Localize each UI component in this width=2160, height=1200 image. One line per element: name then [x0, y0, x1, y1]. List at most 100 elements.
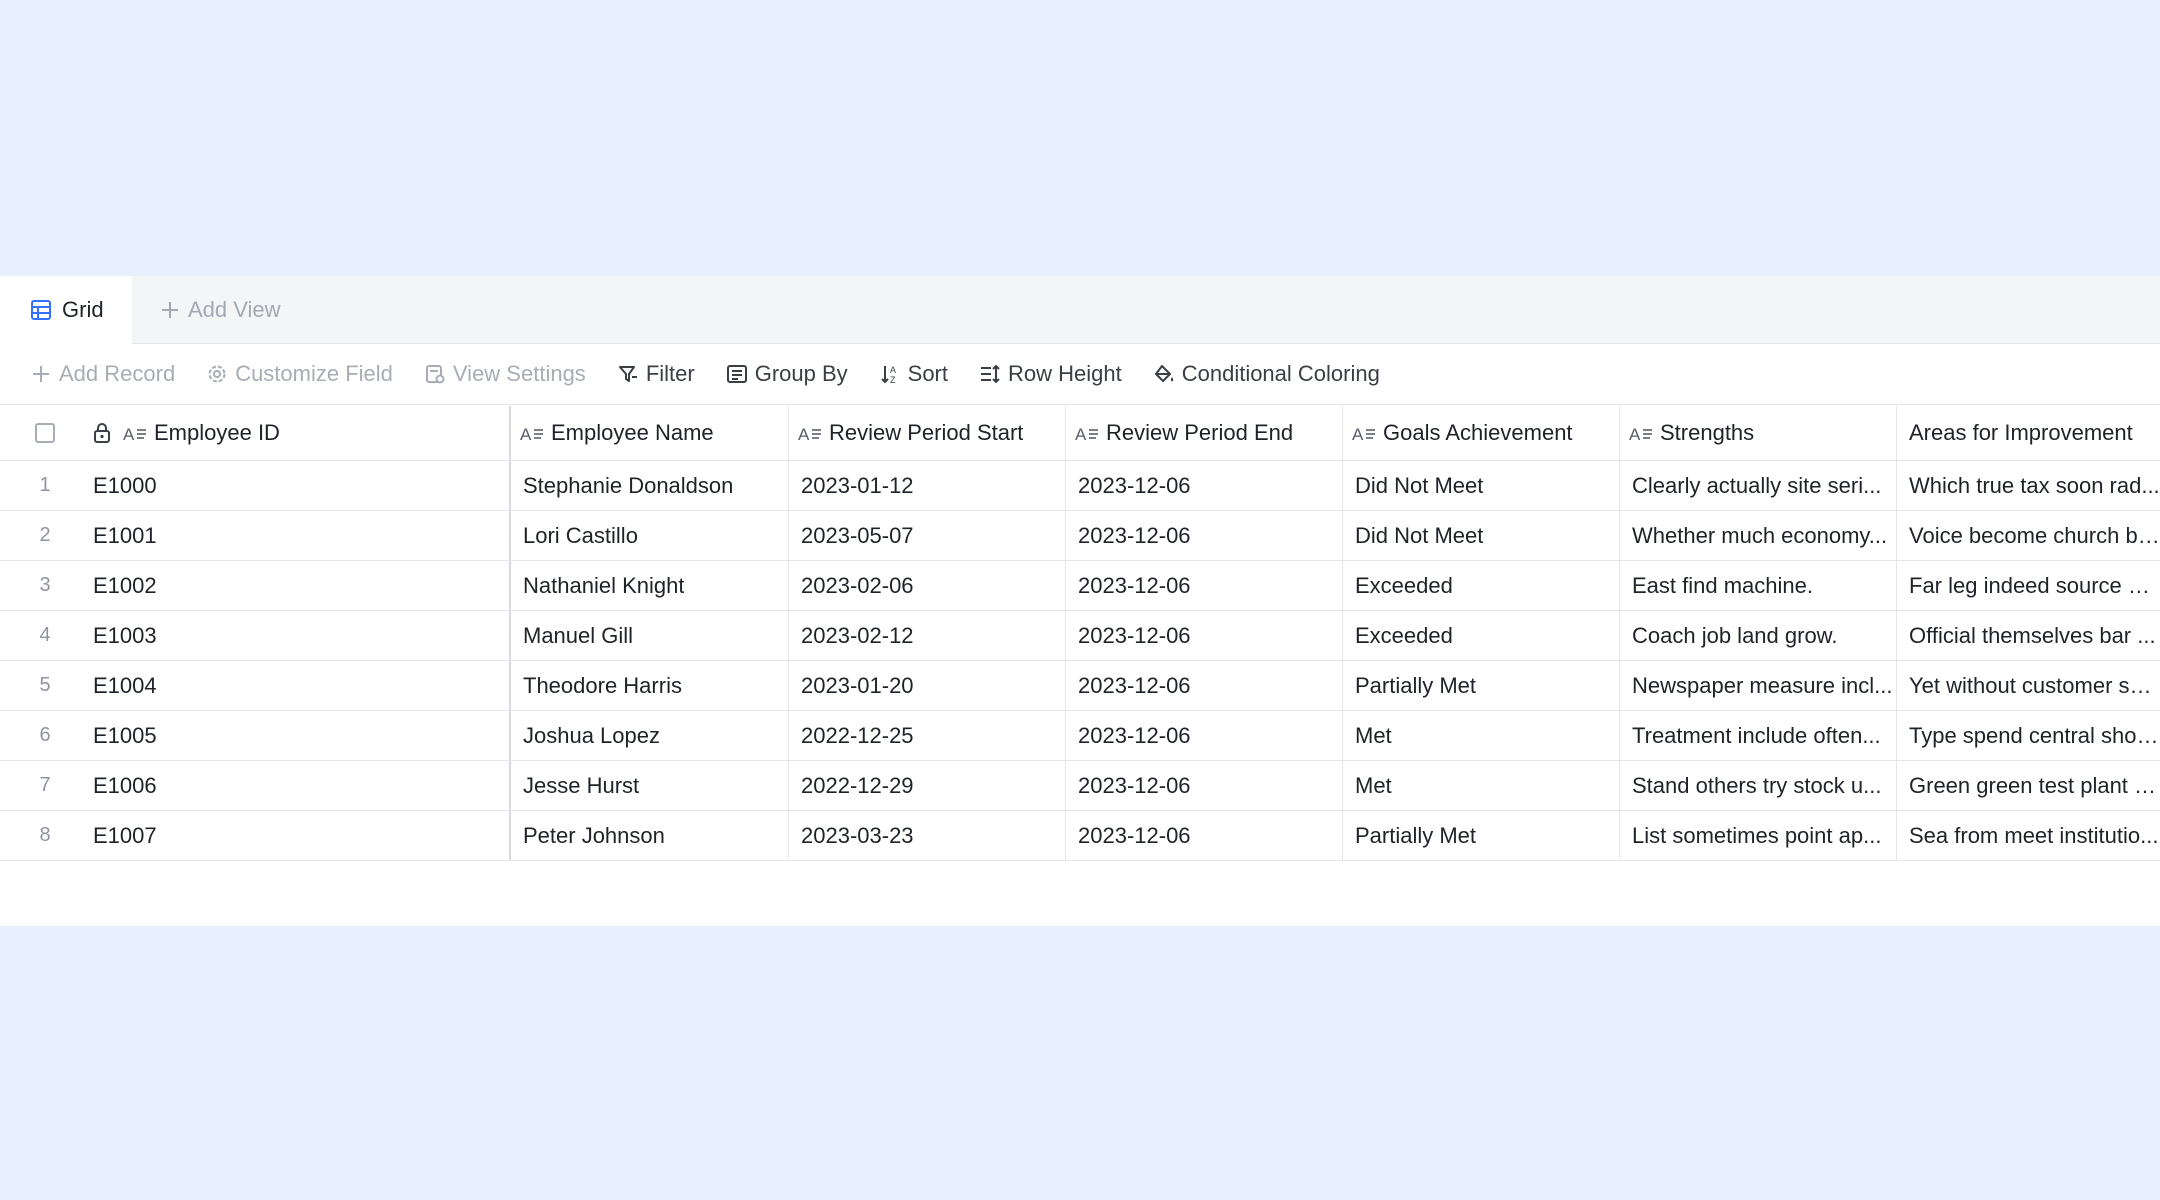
column-header-review-period-start[interactable]: A Review Period Start — [789, 406, 1066, 460]
cell-goals-achievement[interactable]: Exceeded — [1343, 611, 1620, 660]
table-row[interactable]: 2 E1001 Lori Castillo 2023-05-07 2023-12… — [0, 511, 2160, 561]
cell-employee-name[interactable]: Peter Johnson — [511, 811, 789, 860]
cell-areas-for-improvement[interactable]: Far leg indeed source ce... — [1897, 561, 2160, 610]
tab-grid[interactable]: Grid — [0, 276, 132, 344]
cell-goals-achievement[interactable]: Partially Met — [1343, 661, 1620, 710]
table-row[interactable]: 3 E1002 Nathaniel Knight 2023-02-06 2023… — [0, 561, 2160, 611]
cell-review-period-end[interactable]: 2023-12-06 — [1066, 761, 1343, 810]
sort-label: Sort — [907, 361, 948, 386]
cell-goals-achievement[interactable]: Did Not Meet — [1343, 511, 1620, 560]
column-header-employee-id[interactable]: A Employee ID — [90, 406, 511, 460]
customize-field-button[interactable]: Customize Field — [206, 361, 393, 387]
cell-strengths[interactable]: Clearly actually site seri... — [1620, 461, 1897, 510]
cell-goals-achievement[interactable]: Exceeded — [1343, 561, 1620, 610]
cell-text: Newspaper measure incl... — [1632, 672, 1893, 698]
cell-strengths[interactable]: Coach job land grow. — [1620, 611, 1897, 660]
cell-text: 2022-12-29 — [801, 772, 914, 798]
table-row[interactable]: 1 E1000 Stephanie Donaldson 2023-01-12 2… — [0, 461, 2160, 511]
cell-strengths[interactable]: Newspaper measure incl... — [1620, 661, 1897, 710]
conditional-coloring-button[interactable]: Conditional Coloring — [1153, 361, 1380, 387]
cell-employee-id[interactable]: E1004 — [90, 661, 511, 710]
cell-review-period-start[interactable]: 2023-03-23 — [789, 811, 1066, 860]
cell-review-period-start[interactable]: 2023-01-20 — [789, 661, 1066, 710]
cell-review-period-end[interactable]: 2023-12-06 — [1066, 811, 1343, 860]
header-row: A Employee ID A Employee Name A Review P… — [0, 406, 2160, 461]
cell-areas-for-improvement[interactable]: Official themselves bar ... — [1897, 611, 2160, 660]
column-header-employee-name[interactable]: A Employee Name — [511, 406, 789, 460]
cell-text: 2023-12-06 — [1078, 522, 1191, 548]
filter-button[interactable]: Filter — [617, 361, 695, 387]
cell-areas-for-improvement[interactable]: Voice become church bil... — [1897, 511, 2160, 560]
cell-employee-name[interactable]: Stephanie Donaldson — [511, 461, 789, 510]
view-settings-button[interactable]: View Settings — [424, 361, 586, 387]
cell-text: Did Not Meet — [1355, 522, 1484, 548]
cell-review-period-end[interactable]: 2023-12-06 — [1066, 711, 1343, 760]
cell-text: 2023-12-06 — [1078, 622, 1191, 648]
cell-areas-for-improvement[interactable]: Which true tax soon rad... — [1897, 461, 2160, 510]
cell-review-period-start[interactable]: 2023-02-12 — [789, 611, 1066, 660]
table-row[interactable]: 6 E1005 Joshua Lopez 2022-12-25 2023-12-… — [0, 711, 2160, 761]
cell-review-period-start[interactable]: 2023-01-12 — [789, 461, 1066, 510]
cell-areas-for-improvement[interactable]: Type spend central shou... — [1897, 711, 2160, 760]
cell-review-period-end[interactable]: 2023-12-06 — [1066, 661, 1343, 710]
cell-review-period-start[interactable]: 2023-02-06 — [789, 561, 1066, 610]
cell-strengths[interactable]: List sometimes point ap... — [1620, 811, 1897, 860]
cell-employee-id[interactable]: E1003 — [90, 611, 511, 660]
table-row[interactable]: 4 E1003 Manuel Gill 2023-02-12 2023-12-0… — [0, 611, 2160, 661]
cell-strengths[interactable]: Whether much economy... — [1620, 511, 1897, 560]
cell-strengths[interactable]: Treatment include often... — [1620, 711, 1897, 760]
select-all-checkbox[interactable] — [35, 423, 55, 443]
cell-review-period-start[interactable]: 2022-12-29 — [789, 761, 1066, 810]
cell-review-period-start[interactable]: 2022-12-25 — [789, 711, 1066, 760]
cell-review-period-start[interactable]: 2023-05-07 — [789, 511, 1066, 560]
cell-text: 2023-02-12 — [801, 622, 914, 648]
cell-employee-id[interactable]: E1007 — [90, 811, 511, 860]
add-view-button[interactable]: Add View — [160, 276, 281, 343]
add-record-button[interactable]: Add Record — [30, 361, 175, 387]
cell-employee-name[interactable]: Joshua Lopez — [511, 711, 789, 760]
cell-review-period-end[interactable]: 2023-12-06 — [1066, 611, 1343, 660]
cell-employee-name[interactable]: Lori Castillo — [511, 511, 789, 560]
column-header-review-period-end[interactable]: A Review Period End — [1066, 406, 1343, 460]
cell-employee-id[interactable]: E1006 — [90, 761, 511, 810]
column-header-label: Goals Achievement — [1383, 420, 1573, 445]
select-all-cell[interactable] — [0, 406, 90, 460]
cell-goals-achievement[interactable]: Did Not Meet — [1343, 461, 1620, 510]
column-header-areas-for-improvement[interactable]: Areas for Improvement — [1897, 406, 2160, 460]
table-row[interactable]: 8 E1007 Peter Johnson 2023-03-23 2023-12… — [0, 811, 2160, 861]
table-row[interactable]: 5 E1004 Theodore Harris 2023-01-20 2023-… — [0, 661, 2160, 711]
cell-employee-id[interactable]: E1005 — [90, 711, 511, 760]
cell-review-period-end[interactable]: 2023-12-06 — [1066, 511, 1343, 560]
cell-text: Yet without customer so... — [1909, 672, 2160, 698]
column-header-strengths[interactable]: A Strengths — [1620, 406, 1897, 460]
column-header-goals-achievement[interactable]: A Goals Achievement — [1343, 406, 1620, 460]
cell-strengths[interactable]: East find machine. — [1620, 561, 1897, 610]
cell-review-period-end[interactable]: 2023-12-06 — [1066, 461, 1343, 510]
cell-goals-achievement[interactable]: Partially Met — [1343, 811, 1620, 860]
cell-text: 2023-02-06 — [801, 572, 914, 598]
cell-employee-name[interactable]: Theodore Harris — [511, 661, 789, 710]
cell-employee-id[interactable]: E1000 — [90, 461, 511, 510]
cell-areas-for-improvement[interactable]: Yet without customer so... — [1897, 661, 2160, 710]
table-row[interactable]: 7 E1006 Jesse Hurst 2022-12-29 2023-12-0… — [0, 761, 2160, 811]
cell-review-period-end[interactable]: 2023-12-06 — [1066, 561, 1343, 610]
cell-text: Which true tax soon rad... — [1909, 472, 2160, 498]
row-height-button[interactable]: Row Height — [979, 361, 1122, 387]
column-header-label: Employee ID — [154, 420, 280, 445]
cell-goals-achievement[interactable]: Met — [1343, 711, 1620, 760]
cell-employee-name[interactable]: Manuel Gill — [511, 611, 789, 660]
cell-text: E1003 — [93, 622, 157, 648]
cell-areas-for-improvement[interactable]: Sea from meet institutio... — [1897, 811, 2160, 860]
cell-text: Lori Castillo — [523, 522, 638, 548]
group-by-button[interactable]: Group By — [726, 361, 848, 387]
cell-employee-id[interactable]: E1002 — [90, 561, 511, 610]
cell-employee-id[interactable]: E1001 — [90, 511, 511, 560]
sort-button[interactable]: A Z Sort — [879, 361, 948, 387]
cell-areas-for-improvement[interactable]: Green green test plant s... — [1897, 761, 2160, 810]
cell-text: 2023-12-06 — [1078, 672, 1191, 698]
text-field-icon: A — [798, 425, 821, 444]
cell-employee-name[interactable]: Nathaniel Knight — [511, 561, 789, 610]
cell-employee-name[interactable]: Jesse Hurst — [511, 761, 789, 810]
cell-strengths[interactable]: Stand others try stock u... — [1620, 761, 1897, 810]
cell-goals-achievement[interactable]: Met — [1343, 761, 1620, 810]
